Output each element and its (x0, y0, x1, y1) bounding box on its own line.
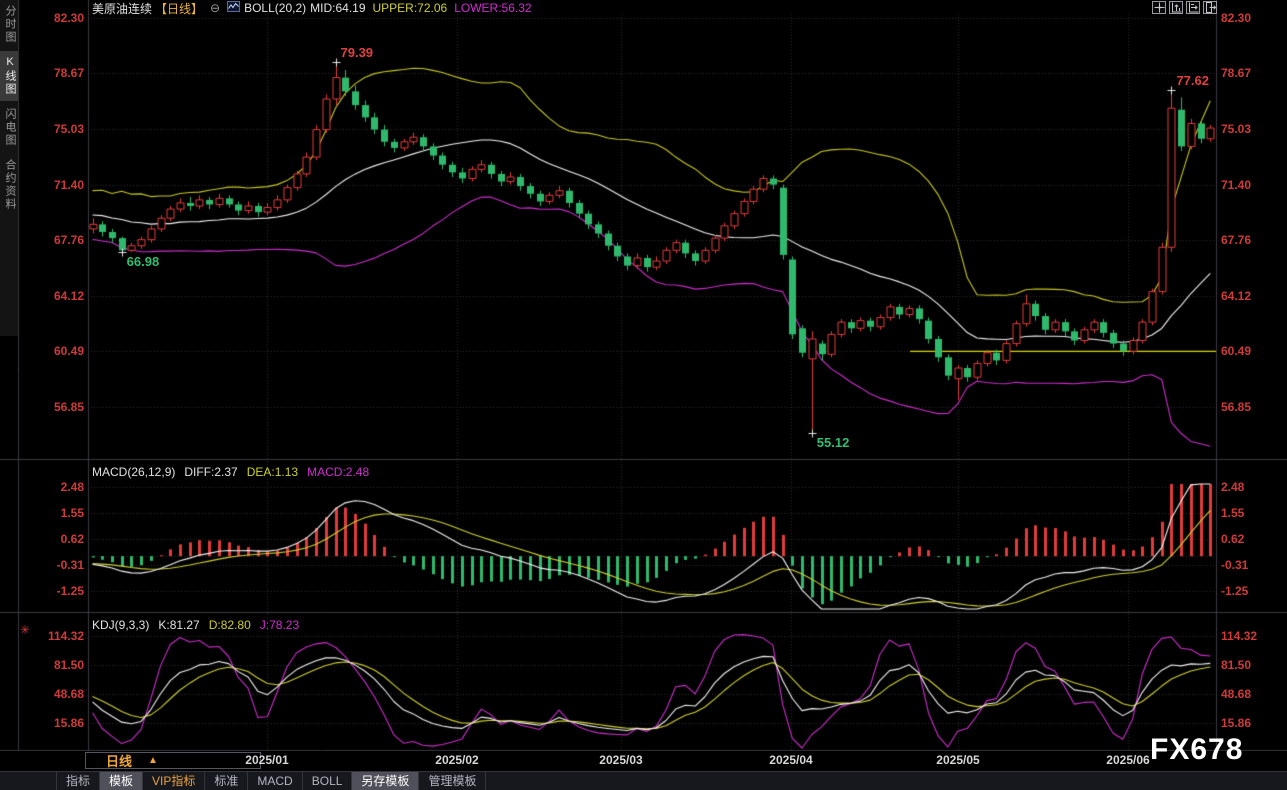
price-annotation: 79.39 (341, 45, 374, 60)
price-axis-label-right: 67.76 (1221, 234, 1285, 247)
kdj-header: KDJ(9,3,3) K:81.27 D:82.80 J:78.23 (92, 618, 299, 632)
macd-header: MACD(26,12,9) DIFF:2.37 DEA:1.13 MACD:2.… (92, 465, 369, 479)
boll-upper-value: UPPER:72.06 (373, 1, 448, 15)
indicator-chart-icon (227, 1, 240, 15)
chart-type-sidebar: 分时图K线图闪电图合约资料 (0, 0, 19, 336)
kdj-axis-label-left: 15.86 (0, 717, 84, 730)
macd-diff-value: DIFF:2.37 (184, 465, 237, 479)
price-axis-label-left: 71.40 (0, 179, 84, 192)
kdj-axis-label-right: 81.50 (1221, 659, 1285, 672)
macd-dea-value: DEA:1.13 (247, 465, 298, 479)
period-selector-label: 日线 (106, 751, 132, 770)
macd-axis-label-left: -1.25 (0, 585, 84, 598)
macd-axis-label-left: 0.62 (0, 533, 84, 546)
macd-axis-label-left: 2.48 (0, 481, 84, 494)
kdj-axis-label-right: 15.86 (1221, 717, 1285, 730)
chart-canvas[interactable] (0, 0, 1287, 752)
macd-axis-label-right: 0.62 (1221, 533, 1285, 546)
trading-terminal: { "header": { "symbol": "美原油连续", "period… (0, 0, 1287, 790)
time-axis-row: 日线 ▲ 2025/01 2025/02 2025/03 2025/04 2025/05… (0, 751, 1287, 771)
chevron-up-icon: ▲ (148, 755, 158, 766)
main-chart-header: 美原油连续【日线】 ⊖ BOLL(20,2) MID:64.19 UPPER:7… (92, 1, 532, 15)
symbol-title: 美原油连续 (92, 0, 152, 17)
kdj-axis-label-right: 114.32 (1221, 630, 1285, 643)
macd-axis-label-right: -1.25 (1221, 585, 1285, 598)
price-annotation: 77.62 (1176, 73, 1209, 88)
price-axis-label-right: 60.49 (1221, 345, 1285, 358)
time-axis-label: 2025/02 (415, 753, 499, 767)
time-axis-label: 2025/03 (579, 753, 663, 767)
kdj-axis-label-left: 114.32 (0, 630, 84, 643)
time-axis-label: 2025/05 (916, 753, 1000, 767)
kdj-axis-label-right: 48.68 (1221, 688, 1285, 701)
tab-指标[interactable]: 指标 (57, 772, 100, 790)
tab-另存模板[interactable]: 另存模板 (352, 772, 419, 790)
macd-axis-label-right: -0.31 (1221, 559, 1285, 572)
price-axis-label-right: 78.67 (1221, 67, 1285, 80)
kdj-k-value: K:81.27 (158, 618, 199, 632)
price-axis-label-left: 64.12 (0, 290, 84, 303)
collapse-icon[interactable]: ⊖ (210, 3, 220, 13)
tab-BOLL[interactable]: BOLL (303, 772, 353, 790)
price-axis-label-left: 78.67 (0, 67, 84, 80)
macd-axis-label-left: -0.31 (0, 559, 84, 572)
kdj-axis-label-left: 48.68 (0, 688, 84, 701)
time-axis-label: 2025/04 (749, 753, 833, 767)
chart-toolbar (1152, 1, 1217, 14)
tab-MACD[interactable]: MACD (248, 772, 302, 790)
boll-indicator-label: BOLL(20,2) (244, 1, 306, 15)
price-axis-label-right: 75.03 (1221, 123, 1285, 136)
kdj-axis-label-left: 81.50 (0, 659, 84, 672)
zoom-axis-up-icon[interactable] (1169, 1, 1183, 14)
bottom-tab-bar: 指标模板VIP指标标准MACDBOLL另存模板管理模板 (0, 771, 1287, 790)
indicator-settings-icon[interactable]: ✳ (20, 623, 30, 637)
price-annotation: 55.12 (817, 435, 850, 450)
tab-模板[interactable]: 模板 (100, 772, 143, 790)
boll-mid-value: MID:64.19 (310, 1, 365, 15)
tab-标准[interactable]: 标准 (205, 772, 248, 790)
period-label: 【日线】 (155, 0, 203, 17)
price-axis-label-left: 56.85 (0, 401, 84, 414)
price-axis-label-right: 82.30 (1221, 12, 1285, 25)
tab-VIP指标[interactable]: VIP指标 (143, 772, 205, 790)
price-axis-label-left: 60.49 (0, 345, 84, 358)
watermark: FX678 (1150, 733, 1243, 767)
boll-lower-value: LOWER:56.32 (454, 1, 531, 15)
kdj-d-value: D:82.80 (209, 618, 251, 632)
price-annotation: 66.98 (127, 254, 160, 269)
crosshair-icon[interactable] (1152, 1, 1166, 14)
tabbar-spacer (0, 772, 57, 790)
macd-macd-value: MACD:2.48 (307, 465, 369, 479)
price-axis-label-right: 71.40 (1221, 179, 1285, 192)
time-axis-label: 2025/01 (225, 753, 309, 767)
macd-axis-label-right: 1.55 (1221, 507, 1285, 520)
price-axis-label-right: 56.85 (1221, 401, 1285, 414)
price-axis-label-left: 67.76 (0, 234, 84, 247)
tab-管理模板[interactable]: 管理模板 (419, 772, 486, 790)
exit-icon[interactable] (1203, 1, 1217, 14)
zoom-axis-right-icon[interactable] (1186, 1, 1200, 14)
macd-axis-label-left: 1.55 (0, 507, 84, 520)
price-axis-label-left: 75.03 (0, 123, 84, 136)
kdj-indicator-label: KDJ(9,3,3) (92, 618, 149, 632)
price-axis-label-right: 64.12 (1221, 290, 1285, 303)
kdj-j-value: J:78.23 (260, 618, 299, 632)
macd-indicator-label: MACD(26,12,9) (92, 465, 175, 479)
macd-axis-label-right: 2.48 (1221, 481, 1285, 494)
price-axis-label-left: 82.30 (0, 12, 84, 25)
